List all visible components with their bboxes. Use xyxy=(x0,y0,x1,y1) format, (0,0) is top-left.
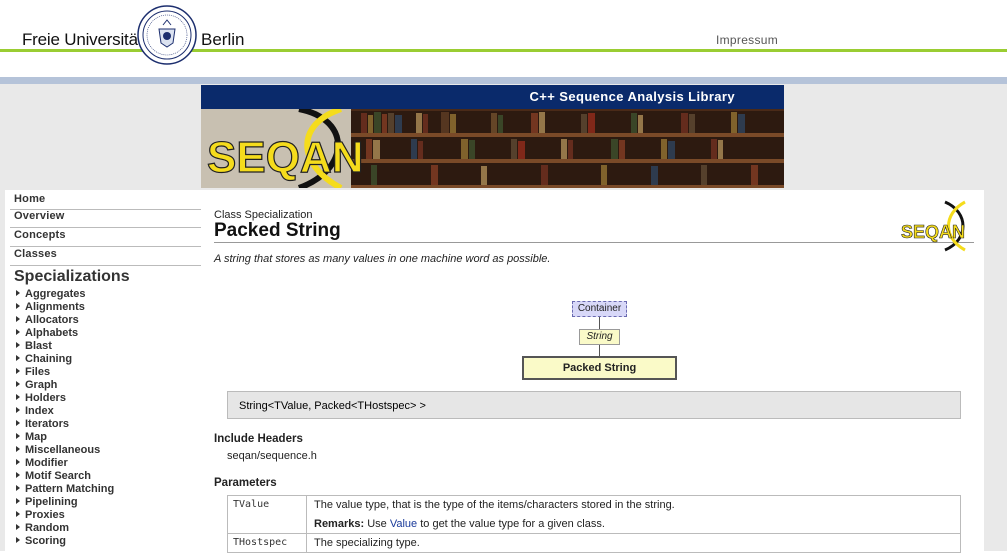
param-remarks: Remarks: Use Value to get the value type… xyxy=(314,518,953,530)
nav-divider xyxy=(10,246,205,247)
table-row: THostspec The specializing type. xyxy=(227,533,961,553)
expand-arrow-icon xyxy=(16,459,20,465)
spec-item-files[interactable]: Files xyxy=(16,366,114,379)
header-blue-line xyxy=(0,77,1007,84)
table-row: TValue The value type, that is the type … xyxy=(227,495,961,534)
seqan-banner: C++ Sequence Analysis Library SEQAN xyxy=(201,85,784,188)
spec-item-chaining[interactable]: Chaining xyxy=(16,353,114,366)
sidebar-section-title[interactable]: Specializations xyxy=(14,268,130,286)
site-header: Freie Universität Berlin Impressum xyxy=(0,0,1007,65)
param-description: The value type, that is the type of the … xyxy=(306,495,961,534)
specializations-list: Aggregates Alignments Allocators Alphabe… xyxy=(16,288,114,548)
banner-library-image[interactable]: SEQAN xyxy=(201,109,784,188)
expand-arrow-icon xyxy=(16,303,20,309)
include-file: seqan/sequence.h xyxy=(227,450,317,462)
expand-arrow-icon xyxy=(16,355,20,361)
banner-bar: C++ Sequence Analysis Library xyxy=(201,85,784,109)
svg-text:SEQAN: SEQAN xyxy=(901,222,965,242)
spec-item-index[interactable]: Index xyxy=(16,405,114,418)
spec-item-miscellaneous[interactable]: Miscellaneous xyxy=(16,444,114,457)
expand-arrow-icon xyxy=(16,524,20,530)
param-description: The specializing type. xyxy=(306,533,961,553)
spec-item-proxies[interactable]: Proxies xyxy=(16,509,114,522)
spec-item-holders[interactable]: Holders xyxy=(16,392,114,405)
spec-item-iterators[interactable]: Iterators xyxy=(16,418,114,431)
impressum-link[interactable]: Impressum xyxy=(716,33,778,47)
spec-item-random[interactable]: Random xyxy=(16,522,114,535)
nav-divider xyxy=(10,227,205,228)
spec-item-pipelining[interactable]: Pipelining xyxy=(16,496,114,509)
nav-home[interactable]: Home xyxy=(14,193,45,205)
expand-arrow-icon xyxy=(16,342,20,348)
banner-tagline: C++ Sequence Analysis Library xyxy=(529,89,735,104)
university-seal-icon[interactable] xyxy=(137,5,197,65)
city-name[interactable]: Berlin xyxy=(201,30,244,50)
diagram-node-string[interactable]: String xyxy=(579,329,620,345)
diagram-edge xyxy=(599,345,600,356)
class-summary: A string that stores as many values in o… xyxy=(214,253,551,265)
expand-arrow-icon xyxy=(16,433,20,439)
expand-arrow-icon xyxy=(16,381,20,387)
diagram-edge xyxy=(599,317,600,329)
expand-arrow-icon xyxy=(16,511,20,517)
nav-concepts[interactable]: Concepts xyxy=(14,229,66,241)
spec-item-aggregates[interactable]: Aggregates xyxy=(16,288,114,301)
expand-arrow-icon xyxy=(16,472,20,478)
expand-arrow-icon xyxy=(16,394,20,400)
expand-arrow-icon xyxy=(16,290,20,296)
spec-item-alignments[interactable]: Alignments xyxy=(16,301,114,314)
spec-item-allocators[interactable]: Allocators xyxy=(16,314,114,327)
spec-item-pattern-matching[interactable]: Pattern Matching xyxy=(16,483,114,496)
expand-arrow-icon xyxy=(16,407,20,413)
spec-item-map[interactable]: Map xyxy=(16,431,114,444)
expand-arrow-icon xyxy=(16,368,20,374)
diagram-node-current: Packed String xyxy=(522,356,677,380)
page-title: Packed String xyxy=(214,220,341,241)
expand-arrow-icon xyxy=(16,537,20,543)
param-name: TValue xyxy=(227,495,307,534)
expand-arrow-icon xyxy=(16,329,20,335)
expand-arrow-icon xyxy=(16,498,20,504)
spec-item-modifier[interactable]: Modifier xyxy=(16,457,114,470)
seqan-logo-icon[interactable]: SEQAN xyxy=(899,200,975,252)
expand-arrow-icon xyxy=(16,485,20,491)
diagram-node-container[interactable]: Container xyxy=(572,301,627,317)
university-name[interactable]: Freie Universität xyxy=(22,30,143,50)
title-divider xyxy=(214,242,974,243)
remarks-text-pre: Use xyxy=(367,518,387,530)
sidebar-nav: Home Overview Concepts Classes Specializ… xyxy=(5,190,205,551)
spec-item-graph[interactable]: Graph xyxy=(16,379,114,392)
include-heading: Include Headers xyxy=(214,433,303,445)
remarks-value-link[interactable]: Value xyxy=(390,518,417,530)
expand-arrow-icon xyxy=(16,316,20,322)
main-content: Class Specialization Packed String SEQAN… xyxy=(201,190,984,553)
nav-overview[interactable]: Overview xyxy=(14,210,65,222)
nav-divider xyxy=(10,265,205,266)
svg-text:SEQAN: SEQAN xyxy=(207,133,363,182)
parameters-table: TValue The value type, that is the type … xyxy=(227,495,961,553)
param-name: THostspec xyxy=(227,533,307,553)
param-description-text: The value type, that is the type of the … xyxy=(314,499,675,511)
spec-item-motif-search[interactable]: Motif Search xyxy=(16,470,114,483)
nav-classes[interactable]: Classes xyxy=(14,248,57,260)
class-signature: String<TValue, Packed<THostspec> > xyxy=(227,391,961,419)
spec-item-blast[interactable]: Blast xyxy=(16,340,114,353)
remarks-text-post: to get the value type for a given class. xyxy=(420,518,605,530)
spec-item-alphabets[interactable]: Alphabets xyxy=(16,327,114,340)
remarks-label: Remarks: xyxy=(314,518,365,530)
expand-arrow-icon xyxy=(16,420,20,426)
expand-arrow-icon xyxy=(16,446,20,452)
parameters-heading: Parameters xyxy=(214,477,277,489)
spec-item-scoring[interactable]: Scoring xyxy=(16,535,114,548)
